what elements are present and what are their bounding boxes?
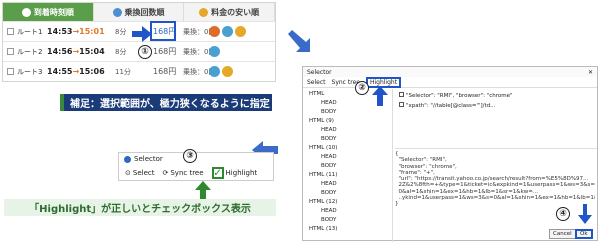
route-name: ルート3 [17,67,43,76]
sort-tabs: 到着時刻順 乗換回数順 料金の安い順 [3,3,276,21]
cheap-badge-icon [209,66,220,77]
tree-node[interactable]: HTML [309,91,324,97]
tree-node[interactable]: HEAD [321,181,337,187]
select-icon: ⊙ [125,169,131,177]
early-badge-icon [209,26,220,37]
cancel-button[interactable]: Cancel [549,229,576,239]
yen-icon [199,7,209,17]
tree-node[interactable]: BODY [321,163,336,169]
tree-node[interactable]: HTML (10) [309,145,337,151]
select-button[interactable]: ⊙ Select [125,169,154,177]
route-time: 14:56→15:04 [47,47,105,56]
route-row[interactable]: ルート3 14:55→15:06 11分 168円 乗換：0回 [3,61,275,81]
route-fare: 168円 [153,67,177,76]
route-name: ルート2 [17,47,43,56]
note-top: 補足：選択範囲が、極力狭くなるように指定 [60,94,272,111]
note-bottom: 「Highlight」が正しいとチェックボックス表示 [4,199,276,216]
selector-tools: ⊙ Select ⟳ Sync tree ✓ Highlight [119,165,273,181]
cheap-badge-icon [209,46,220,57]
step-number: ① [138,45,152,59]
selection-highlight-box [150,21,176,41]
attribute-row[interactable]: "xpath": "//table[@class='"]/td... [395,102,597,109]
close-icon[interactable]: ✕ [588,69,593,76]
select-button[interactable]: Select [307,79,326,86]
clock-icon [21,7,31,17]
tree-node[interactable]: HTML (13) [309,226,337,232]
tab-transfer-order[interactable]: 乗換回数順 [93,3,185,21]
ok-button[interactable]: Ok [575,229,593,239]
step-number: ③ [183,149,197,163]
route-results-panel: 到着時刻順 乗換回数順 料金の安い順 ルート1 14:53→15:01 8分 1… [2,2,276,82]
tree-node[interactable]: HEAD [321,154,337,160]
route-checkbox[interactable] [7,48,14,55]
tree-node[interactable]: HTML (11) [309,172,337,178]
sync-tree-button[interactable]: ⟳ Sync tree [162,169,203,177]
highlight-checkbox[interactable]: ✓ [211,167,224,179]
cheap-badge-icon [222,26,233,37]
tree-node[interactable]: BODY [321,190,336,196]
tab-fare-order[interactable]: 料金の安い順 [184,3,276,21]
route-name: ルート1 [17,27,43,36]
window-toolbar: Select Sync tree Highlight [303,76,597,88]
tab-arrival-order[interactable]: 到着時刻順 [3,3,94,21]
easy-badge-icon [235,26,246,37]
route-duration: 11分 [115,67,131,76]
selector-window: Selector ✕ Select Sync tree Highlight HTM… [302,66,598,242]
route-badges [209,46,220,57]
tree-node[interactable]: HTML (12) [309,199,337,205]
route-time: 14:53→15:01 [47,27,105,36]
selector-app-icon [124,155,131,163]
tree-node[interactable]: BODY [321,136,336,142]
window-titlebar: Selector ✕ [303,67,597,77]
easy-badge-icon [222,66,233,77]
attribute-panel: "Selector": "RMI", "browser": "chrome" "… [395,89,597,149]
element-tree: HTML HEAD BODY HTML (9) HEAD BODY HTML (… [303,89,393,242]
up-arrow-icon [372,86,388,106]
down-arrow-icon [578,204,592,224]
flow-arrow-icon [288,30,310,52]
attribute-row[interactable]: "Selector": "RMI", "browser": "chrome" [395,89,597,102]
step-number: ④ [556,207,570,221]
train-icon [112,7,122,17]
route-duration: 8分 [115,47,127,56]
tree-node[interactable]: HEAD [321,127,337,133]
tree-node[interactable]: BODY [321,109,336,115]
sync-icon: ⟳ [162,169,169,177]
tree-node[interactable]: HEAD [321,100,337,106]
route-checkbox[interactable] [7,68,14,75]
tree-node[interactable]: HTML (9) [309,118,334,124]
route-fare: 168円 [153,47,177,56]
pointer-arrow-icon [132,26,152,42]
route-badges [209,66,233,77]
up-arrow-icon [195,181,211,199]
highlight-button[interactable]: ✓ Highlight [211,167,257,179]
route-badges [209,26,246,37]
tree-node[interactable]: BODY [321,217,336,223]
route-checkbox[interactable] [7,28,14,35]
tree-node[interactable]: HEAD [321,208,337,214]
step-number: ② [355,81,369,95]
route-time: 14:55→15:06 [47,67,105,76]
